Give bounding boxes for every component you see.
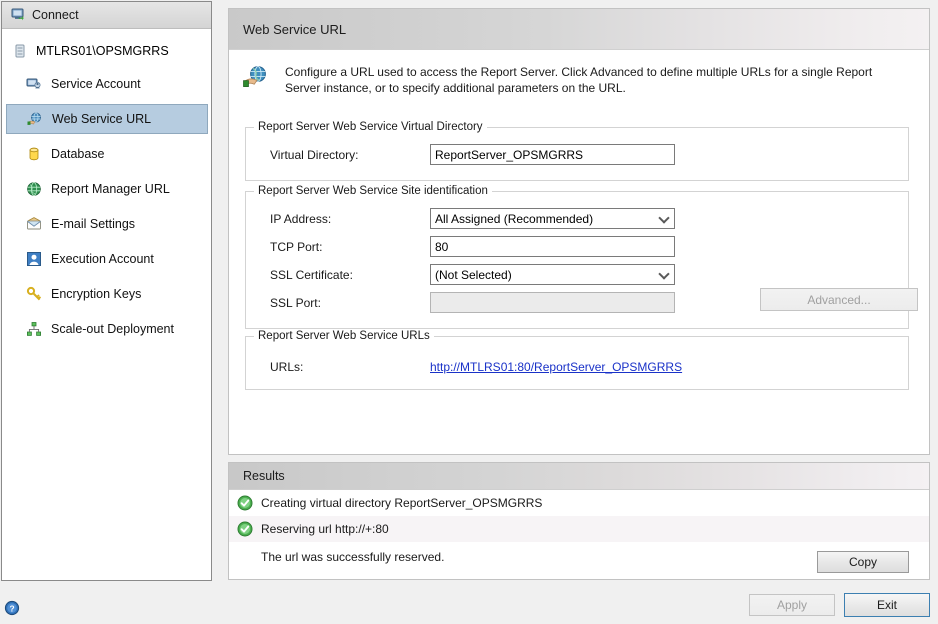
- report-manager-url-icon: [26, 181, 42, 197]
- ip-address-select[interactable]: All Assigned (Recommended): [430, 208, 675, 229]
- virtual-directory-label: Virtual Directory:: [270, 147, 359, 162]
- sidebar-item-encryption-keys[interactable]: Encryption Keys: [2, 279, 211, 309]
- sidebar-item-label: Report Manager URL: [51, 182, 170, 196]
- ip-address-row: IP Address: All Assigned (Recommended): [246, 208, 675, 229]
- globe-in-hand-icon: [243, 64, 269, 90]
- results-row-text: Reserving url http://+:80: [261, 522, 389, 536]
- server-instance-icon: [12, 43, 28, 59]
- database-icon: [26, 146, 42, 162]
- tcp-port-row: TCP Port: 80: [246, 236, 675, 257]
- tcp-port-label: TCP Port:: [270, 239, 323, 254]
- sidebar-item-scale-out-deployment[interactable]: Scale-out Deployment: [2, 314, 211, 344]
- sidebar-nav-list: Service Account Web Service URL Database…: [2, 69, 211, 344]
- connect-button[interactable]: Connect: [2, 2, 211, 29]
- sidebar-panel: Connect MTLRS01\OPSMGRRS Service Account…: [1, 1, 212, 581]
- urls-group-legend: Report Server Web Service URLs: [254, 330, 434, 342]
- sidebar-item-label: Database: [51, 147, 105, 161]
- sidebar-item-report-manager-url[interactable]: Report Manager URL: [2, 174, 211, 204]
- exit-button[interactable]: Exit: [844, 593, 930, 617]
- description-row: Configure a URL used to access the Repor…: [229, 50, 929, 102]
- ip-address-label: IP Address:: [270, 211, 332, 226]
- ip-address-value: All Assigned (Recommended): [435, 211, 594, 226]
- virtual-directory-group-legend: Report Server Web Service Virtual Direct…: [254, 121, 487, 133]
- ssl-certificate-value: (Not Selected): [435, 267, 512, 282]
- results-header: Results: [229, 463, 929, 490]
- sidebar-item-label: Execution Account: [51, 252, 154, 266]
- server-instance-label: MTLRS01\OPSMGRRS: [36, 44, 169, 58]
- ssl-certificate-row: SSL Certificate: (Not Selected): [246, 264, 675, 285]
- urls-row: URLs: http://MTLRS01:80/ReportServer_OPS…: [246, 356, 682, 377]
- sidebar-item-label: Web Service URL: [52, 112, 152, 126]
- sidebar-item-label: Service Account: [51, 77, 141, 91]
- report-server-configuration-manager-window: Connect MTLRS01\OPSMGRRS Service Account…: [0, 0, 938, 624]
- connect-label: Connect: [32, 8, 79, 22]
- site-identification-group: Report Server Web Service Site identific…: [245, 185, 918, 329]
- site-identification-group-legend: Report Server Web Service Site identific…: [254, 185, 492, 197]
- copy-button[interactable]: Copy: [817, 551, 909, 573]
- execution-account-icon: [26, 251, 42, 267]
- apply-button: Apply: [749, 594, 835, 616]
- ssl-certificate-select[interactable]: (Not Selected): [430, 264, 675, 285]
- results-title: Results: [243, 469, 285, 483]
- sidebar-item-label: Encryption Keys: [51, 287, 142, 301]
- sidebar-item-service-account[interactable]: Service Account: [2, 69, 211, 99]
- email-settings-icon: [26, 216, 42, 232]
- encryption-keys-icon: [26, 286, 42, 302]
- chevron-down-icon: [660, 214, 668, 222]
- connect-server-icon: [10, 7, 26, 23]
- sidebar-item-execution-account[interactable]: Execution Account: [2, 244, 211, 274]
- sidebar-item-email-settings[interactable]: E-mail Settings: [2, 209, 211, 239]
- advanced-button: Advanced...: [760, 288, 918, 311]
- scale-out-deployment-icon: [26, 321, 42, 337]
- virtual-directory-group: Report Server Web Service Virtual Direct…: [245, 121, 909, 181]
- page-title: Web Service URL: [243, 21, 347, 37]
- sidebar-item-web-service-url[interactable]: Web Service URL: [6, 104, 208, 134]
- report-server-url-link[interactable]: http://MTLRS01:80/ReportServer_OPSMGRRS: [430, 360, 682, 374]
- results-panel: Results Creating virtual directory Repor…: [228, 462, 930, 580]
- ssl-port-label: SSL Port:: [270, 295, 321, 310]
- help-icon[interactable]: ?: [4, 600, 20, 616]
- sidebar-item-label: Scale-out Deployment: [51, 322, 174, 336]
- description-text: Configure a URL used to access the Repor…: [285, 65, 873, 95]
- results-row: Creating virtual directory ReportServer_…: [229, 490, 929, 516]
- main-header: Web Service URL: [229, 9, 929, 50]
- results-detail-text: The url was successfully reserved.: [261, 550, 445, 564]
- results-row: Reserving url http://+:80: [229, 516, 929, 542]
- svg-text:?: ?: [9, 603, 14, 613]
- sidebar-item-label: E-mail Settings: [51, 217, 136, 231]
- main-content-panel: Web Service URL Configure a URL used to …: [228, 8, 930, 455]
- sidebar-item-database[interactable]: Database: [2, 139, 211, 169]
- success-check-icon: [237, 521, 253, 537]
- urls-group: Report Server Web Service URLs URLs: htt…: [245, 330, 909, 390]
- virtual-directory-row: Virtual Directory: ReportServer_OPSMGRRS: [246, 144, 675, 165]
- success-check-icon: [237, 495, 253, 511]
- tcp-port-input[interactable]: 80: [430, 236, 675, 257]
- web-service-url-icon: [27, 111, 43, 127]
- ssl-certificate-label: SSL Certificate:: [270, 267, 353, 282]
- urls-label: URLs:: [270, 359, 304, 374]
- chevron-down-icon: [660, 270, 668, 278]
- virtual-directory-input[interactable]: ReportServer_OPSMGRRS: [430, 144, 675, 165]
- ssl-port-row: SSL Port:: [246, 292, 675, 313]
- results-row-text: Creating virtual directory ReportServer_…: [261, 496, 543, 510]
- ssl-port-input: [430, 292, 675, 313]
- service-account-icon: [26, 76, 42, 92]
- server-instance-node[interactable]: MTLRS01\OPSMGRRS: [2, 39, 211, 63]
